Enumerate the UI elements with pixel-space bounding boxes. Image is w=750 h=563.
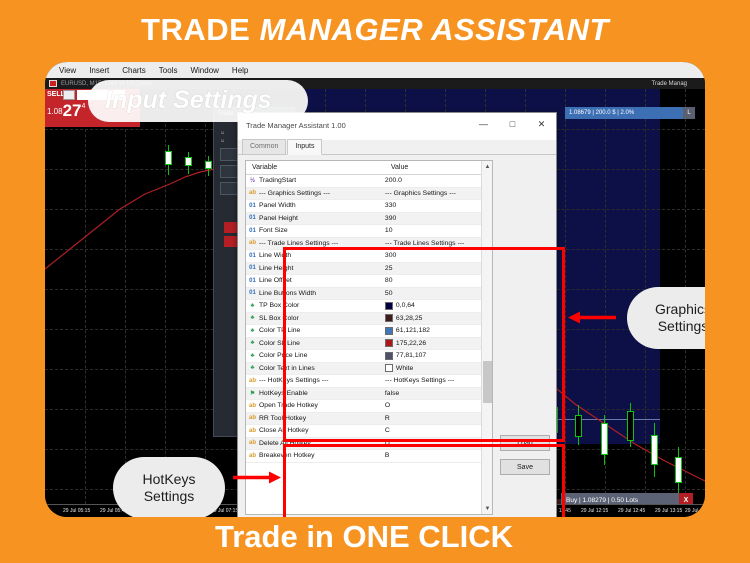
num-type-icon: 01 xyxy=(249,265,256,272)
promo-headline-bold: TRADE xyxy=(141,12,251,47)
promo-graphic: TRADE MANAGER ASSISTANT View Insert Char… xyxy=(0,0,750,563)
maximize-icon[interactable]: □ xyxy=(498,113,527,135)
row-variable-name: Panel Width xyxy=(259,202,296,210)
tp-level-button[interactable]: L xyxy=(683,107,695,119)
row-variable-name: Panel Height xyxy=(259,214,298,222)
callout-hotkeys-line1: HotKeys xyxy=(142,471,196,487)
tab-common[interactable]: Common xyxy=(242,139,287,154)
row-variable-name: TradingStart xyxy=(259,177,297,185)
row-value-text: 330 xyxy=(384,202,397,210)
num-type-icon: 01 xyxy=(249,277,256,284)
str-type-icon: ab xyxy=(248,427,256,434)
time-label: 29 Jul 13:15 xyxy=(655,508,683,514)
window-tab-label[interactable]: Trade Manag xyxy=(652,81,687,87)
row-value[interactable]: --- Trade Lines Settings --- xyxy=(385,240,492,247)
str-type-icon: ab xyxy=(248,452,256,459)
row-value-text: 10 xyxy=(384,227,393,235)
annotation-arrow-hotkeys xyxy=(233,471,281,484)
sell-price: 1.08274 xyxy=(47,101,86,120)
callout-hotkeys-line2: Settings xyxy=(143,488,195,504)
str-type-icon: ab xyxy=(248,402,256,409)
scroll-up-icon[interactable]: ▲ xyxy=(482,161,492,172)
annotation-arrow-graphics xyxy=(568,311,616,324)
tab-inputs[interactable]: Inputs xyxy=(287,139,323,155)
table-row[interactable]: 01 Font Size 10 xyxy=(246,225,492,238)
row-variable-name: --- Graphics Settings --- xyxy=(259,189,331,197)
row-value-text: --- Trade Lines Settings --- xyxy=(384,239,465,247)
row-variable-name: --- Trade Lines Settings --- xyxy=(259,239,339,247)
tp-level-bar[interactable]: 1.08679 | 200.0 $ | 2.0% xyxy=(565,107,683,119)
column-header-variable: Variable xyxy=(252,164,278,171)
clr-type-icon: ♣ xyxy=(250,302,255,309)
promo-headline: TRADE MANAGER ASSISTANT xyxy=(0,12,750,48)
dbl-type-icon: ½ xyxy=(249,177,255,184)
row-value-text: --- Graphics Settings --- xyxy=(384,189,456,197)
str-type-icon: ab xyxy=(248,440,256,447)
menu-item-help[interactable]: Help xyxy=(232,66,248,75)
row-value-text: 200.0 xyxy=(384,177,402,185)
symbol-flag-icon xyxy=(49,80,57,87)
num-type-icon: 01 xyxy=(249,290,256,297)
row-value[interactable]: 10 xyxy=(385,227,492,234)
row-value[interactable]: 330 xyxy=(385,202,492,209)
row-value[interactable]: 200.0 xyxy=(385,177,492,184)
menu-item-charts[interactable]: Charts xyxy=(122,66,146,75)
minimize-icon[interactable]: — xyxy=(469,113,498,135)
clr-type-icon: ♣ xyxy=(250,352,255,359)
str-type-icon: ab xyxy=(248,190,256,197)
close-icon[interactable]: ✕ xyxy=(527,113,556,135)
table-header: Variable Value xyxy=(246,161,492,175)
terminal-screenshot: View Insert Charts Tools Window Help EUR… xyxy=(45,62,705,517)
time-label: 29 Jul 12:15 xyxy=(581,508,609,514)
time-label: 29 Jul 12:45 xyxy=(618,508,646,514)
row-value[interactable]: --- Graphics Settings --- xyxy=(385,190,492,197)
promo-headline-italic: MANAGER ASSISTANT xyxy=(259,12,609,47)
row-variable-name: Font Size xyxy=(259,227,288,235)
clr-type-icon: ♣ xyxy=(250,340,255,347)
callout-graphics-line2: Settings xyxy=(657,318,705,334)
callout-graphics-settings: Graphics Settings xyxy=(627,287,705,349)
time-label: 29 Jul 13:45 xyxy=(685,508,705,514)
price-chart[interactable]: 1.08679 | 200.0 $ | 2.0% L Buy | 1.08279… xyxy=(45,89,705,517)
str-type-icon: ab xyxy=(248,377,256,384)
num-type-icon: 01 xyxy=(249,252,256,259)
num-type-icon: 01 xyxy=(249,202,256,209)
column-header-value: Value xyxy=(390,164,409,171)
terminal-menubar: View Insert Charts Tools Window Help xyxy=(45,62,705,78)
row-value-text: 390 xyxy=(384,214,397,222)
clr-type-icon: ♣ xyxy=(250,327,255,334)
num-type-icon: 01 xyxy=(249,215,256,222)
num-type-icon: 01 xyxy=(249,227,256,234)
table-row[interactable]: ab --- Graphics Settings --- --- Graphics … xyxy=(246,187,492,200)
callout-graphics-line1: Graphics xyxy=(654,301,705,317)
lot-stepper[interactable] xyxy=(63,90,75,100)
table-row[interactable]: 01 Panel Width 330 xyxy=(246,200,492,213)
annotation-box-graphics xyxy=(283,247,565,442)
overlay-label-input-settings: Input Settings xyxy=(105,86,272,114)
callout-hotkeys-settings: HotKeys Settings xyxy=(113,457,225,517)
clr-type-icon: ♣ xyxy=(250,365,255,372)
row-value[interactable]: 390 xyxy=(385,215,492,222)
menu-item-tools[interactable]: Tools xyxy=(159,66,178,75)
table-row[interactable]: ½ TradingStart 200.0 xyxy=(246,175,492,188)
bool-type-icon: ⚑ xyxy=(249,390,256,397)
menu-item-window[interactable]: Window xyxy=(190,66,218,75)
time-label: 29 Jul 05:15 xyxy=(63,508,91,514)
annotation-box-hotkeys xyxy=(283,444,565,517)
clr-type-icon: ♣ xyxy=(250,315,255,322)
window-controls: — □ ✕ xyxy=(469,113,556,135)
menu-item-insert[interactable]: Insert xyxy=(89,66,109,75)
dialog-tabs: Common Inputs xyxy=(238,139,556,155)
dialog-title: Trade Manager Assistant 1.00 xyxy=(246,121,346,130)
str-type-icon: ab xyxy=(248,415,256,422)
table-row[interactable]: 01 Panel Height 390 xyxy=(246,212,492,225)
menu-item-view[interactable]: View xyxy=(59,66,76,75)
promo-footer: Trade in ONE CLICK xyxy=(215,519,513,554)
str-type-icon: ab xyxy=(248,240,256,247)
